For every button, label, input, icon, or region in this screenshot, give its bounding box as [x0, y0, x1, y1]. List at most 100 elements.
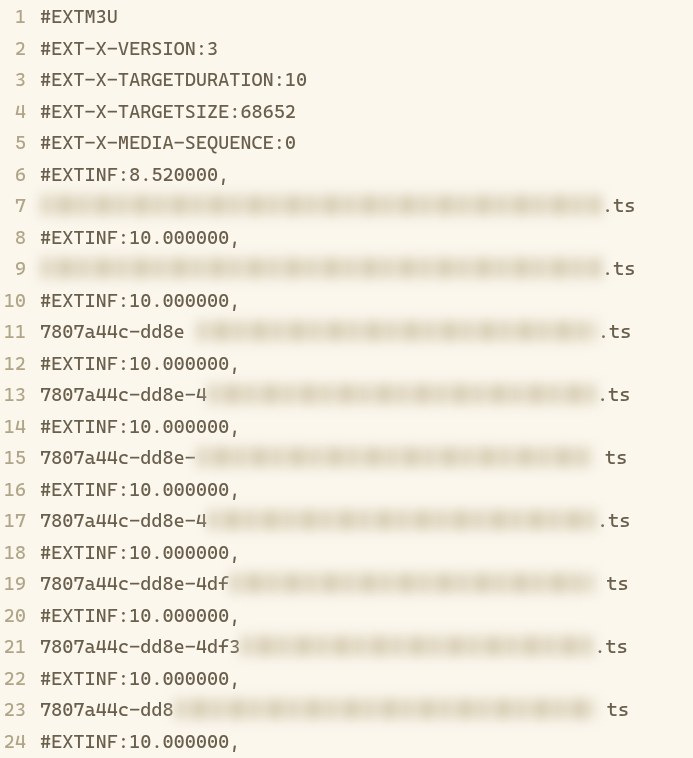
- code-text: ts: [595, 573, 628, 595]
- line-content: #EXTINF:10.000000,: [40, 601, 240, 633]
- code-line: 5#EXT-X-MEDIA-SEQUENCE:0: [0, 128, 693, 160]
- code-line: 12#EXTINF:10.000000,: [0, 349, 693, 381]
- line-number: 22: [0, 664, 40, 696]
- code-line: 22#EXTINF:10.000000,: [0, 664, 693, 696]
- line-number: 10: [0, 286, 40, 318]
- code-text: #EXT-X-TARGETSIZE:68652: [40, 101, 296, 123]
- code-text: ts: [596, 699, 629, 721]
- line-number: 21: [0, 632, 40, 664]
- code-text: ts: [594, 447, 627, 469]
- line-content: 7807a44c-dd8e-4 .ts: [40, 380, 630, 412]
- code-text: .ts: [602, 258, 635, 280]
- line-content: #EXTINF:8.520000,: [40, 160, 229, 192]
- code-text: #EXTINF:10.000000,: [40, 731, 240, 753]
- code-text: #EXTINF:10.000000,: [40, 542, 240, 564]
- line-content: #EXTM3U: [40, 2, 118, 34]
- redacted-text: [241, 636, 593, 656]
- code-line: 24#EXTINF:10.000000,: [0, 727, 693, 758]
- code-text: #EXTINF:10.000000,: [40, 479, 240, 501]
- code-line: 237807a44c-dd8 ts: [0, 695, 693, 727]
- line-content: 7807a44c-dd8e-4 .ts: [40, 506, 630, 538]
- code-text: 7807a44c-dd8e-: [40, 447, 196, 469]
- code-editor: 1#EXTM3U2#EXT-X-VERSION:33#EXT-X-TARGETD…: [0, 0, 693, 758]
- line-content: #EXT-X-TARGETDURATION:10: [40, 65, 307, 97]
- code-text: #EXTINF:10.000000,: [40, 605, 240, 627]
- line-content: .ts: [40, 191, 635, 223]
- code-line: 117807a44c-dd8e .ts: [0, 317, 693, 349]
- code-text: .ts: [602, 195, 635, 217]
- code-text: #EXTINF:10.000000,: [40, 416, 240, 438]
- line-content: #EXTINF:10.000000,: [40, 727, 240, 758]
- line-number: 2: [0, 34, 40, 66]
- code-text: .ts: [598, 321, 631, 343]
- redacted-text: [208, 510, 596, 530]
- code-line: 18#EXTINF:10.000000,: [0, 538, 693, 570]
- code-line: 157807a44c-dd8e- ts: [0, 443, 693, 475]
- code-line: 177807a44c-dd8e-4 .ts: [0, 506, 693, 538]
- line-number: 3: [0, 65, 40, 97]
- code-text: 7807a44c-dd8e-4df3: [40, 636, 240, 658]
- redacted-text: [208, 384, 596, 404]
- line-number: 5: [0, 128, 40, 160]
- line-number: 11: [0, 317, 40, 349]
- code-line: 1#EXTM3U: [0, 2, 693, 34]
- line-number: 17: [0, 506, 40, 538]
- line-content: 7807a44c-dd8e-4df ts: [40, 569, 629, 601]
- line-content: #EXTINF:10.000000,: [40, 412, 240, 444]
- code-line: 6#EXTINF:8.520000,: [0, 160, 693, 192]
- line-content: #EXTINF:10.000000,: [40, 349, 240, 381]
- code-text: 7807a44c-dd8e-4df: [40, 573, 229, 595]
- line-number: 20: [0, 601, 40, 633]
- line-number: 19: [0, 569, 40, 601]
- line-content: #EXTINF:10.000000,: [40, 538, 240, 570]
- code-text: .ts: [594, 636, 627, 658]
- line-number: 6: [0, 160, 40, 192]
- line-content: #EXT-X-TARGETSIZE:68652: [40, 97, 296, 129]
- line-number: 24: [0, 727, 40, 758]
- code-text: #EXT-X-TARGETDURATION:10: [40, 69, 307, 91]
- code-line: 14#EXTINF:10.000000,: [0, 412, 693, 444]
- redacted-text: [41, 195, 601, 215]
- redacted-text: [175, 699, 595, 719]
- code-text: #EXTINF:10.000000,: [40, 227, 240, 249]
- line-number: 18: [0, 538, 40, 570]
- code-text: 7807a44c-dd8e-4: [40, 510, 207, 532]
- code-line: 2#EXT-X-VERSION:3: [0, 34, 693, 66]
- line-content: #EXTINF:10.000000,: [40, 664, 240, 696]
- code-text: #EXTINF:10.000000,: [40, 353, 240, 375]
- line-content: #EXT-X-MEDIA-SEQUENCE:0: [40, 128, 296, 160]
- line-content: 7807a44c-dd8e- ts: [40, 443, 627, 475]
- line-number: 7: [0, 191, 40, 223]
- line-number: 23: [0, 695, 40, 727]
- code-text: 7807a44c-dd8: [40, 699, 174, 721]
- code-text: 7807a44c-dd8e: [40, 321, 196, 343]
- code-text: .ts: [597, 510, 630, 532]
- redacted-text: [230, 573, 594, 593]
- code-text: #EXTM3U: [40, 6, 118, 28]
- redacted-text: [41, 258, 601, 278]
- code-line: 10#EXTINF:10.000000,: [0, 286, 693, 318]
- code-line: 217807a44c-dd8e-4df3 .ts: [0, 632, 693, 664]
- line-content: .ts: [40, 254, 635, 286]
- redacted-text: [197, 447, 593, 467]
- code-text: #EXT-X-VERSION:3: [40, 38, 218, 60]
- line-content: #EXTINF:10.000000,: [40, 286, 240, 318]
- code-line: 7 .ts: [0, 191, 693, 223]
- code-line: 197807a44c-dd8e-4df ts: [0, 569, 693, 601]
- line-number: 8: [0, 223, 40, 255]
- line-number: 9: [0, 254, 40, 286]
- line-content: #EXTINF:10.000000,: [40, 475, 240, 507]
- line-content: 7807a44c-dd8e .ts: [40, 317, 631, 349]
- code-line: 9 .ts: [0, 254, 693, 286]
- code-line: 3#EXT-X-TARGETDURATION:10: [0, 65, 693, 97]
- code-text: .ts: [597, 384, 630, 406]
- code-text: 7807a44c-dd8e-4: [40, 384, 207, 406]
- line-number: 14: [0, 412, 40, 444]
- code-text: #EXTINF:10.000000,: [40, 668, 240, 690]
- code-text: #EXTINF:8.520000,: [40, 164, 229, 186]
- line-number: 13: [0, 380, 40, 412]
- code-text: #EXTINF:10.000000,: [40, 290, 240, 312]
- line-content: #EXTINF:10.000000,: [40, 223, 240, 255]
- line-number: 12: [0, 349, 40, 381]
- redacted-text: [197, 321, 597, 341]
